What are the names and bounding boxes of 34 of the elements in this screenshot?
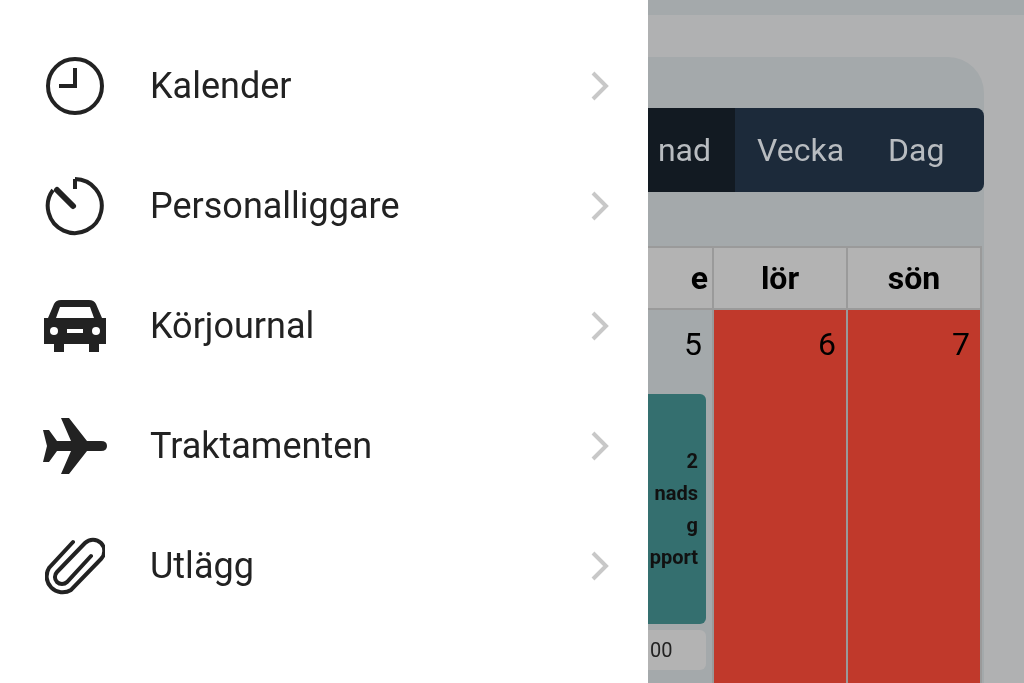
event-text: pport	[649, 544, 698, 571]
event-time: 00	[648, 630, 706, 670]
event-text: 2	[686, 448, 698, 475]
menu-label: Traktamenten	[150, 424, 374, 469]
weekend-day-cell[interactable]: 7	[848, 310, 980, 683]
chevron-right-icon	[590, 430, 610, 462]
view-tab[interactable]: Dag	[866, 108, 967, 192]
chevron-right-icon	[590, 190, 610, 222]
day-number: 7	[952, 324, 971, 360]
menu-item[interactable]: Utlägg	[0, 506, 648, 626]
chevron-right-icon	[590, 310, 610, 342]
weekday-header: e	[648, 246, 712, 310]
view-tab[interactable]: Vecka	[735, 108, 867, 192]
menu-label: Personalliggare	[150, 184, 401, 229]
airplane-icon	[41, 416, 109, 476]
chevron-right-icon	[590, 550, 610, 582]
menu-item[interactable]: Körjournal	[0, 266, 648, 386]
event-text: g	[686, 512, 698, 539]
menu-item[interactable]: Traktamenten	[0, 386, 648, 506]
weekend-day-cell[interactable]: 6	[714, 310, 846, 683]
view-tab[interactable]: nad	[648, 108, 735, 192]
day-number: 5	[684, 324, 703, 360]
weekday-header: sön	[848, 246, 980, 310]
menu-item[interactable]: Personalliggare	[0, 146, 648, 266]
menu-label: Kalender	[150, 64, 293, 109]
day-number: 6	[818, 324, 837, 360]
chevron-right-icon	[590, 70, 610, 102]
event-text: nads	[654, 480, 698, 507]
menu-label: Utlägg	[150, 544, 255, 589]
menu-item[interactable]: Kalender	[0, 26, 648, 146]
clock-icon	[45, 56, 105, 116]
weekday-header: lör	[714, 246, 846, 310]
timer-icon	[45, 176, 105, 236]
menu-label: Körjournal	[150, 304, 316, 349]
